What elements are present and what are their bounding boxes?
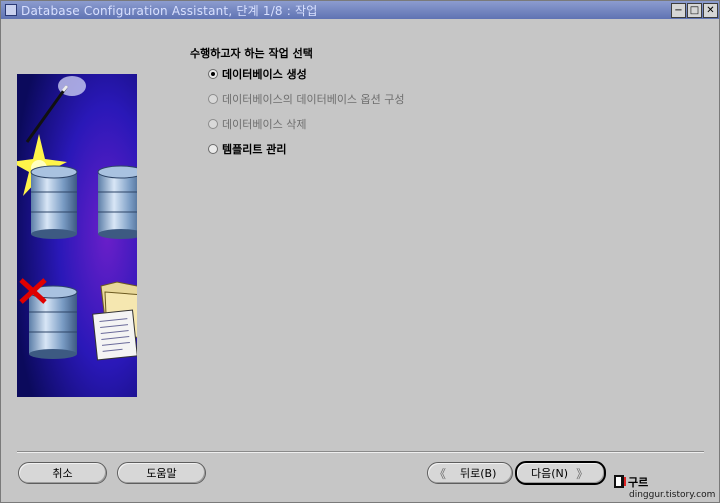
option-create-database[interactable]: 데이터베이스 생성 [208, 66, 307, 82]
help-button[interactable]: 도움말 [117, 462, 206, 484]
radio-button[interactable] [208, 144, 218, 154]
radio-button[interactable] [208, 69, 218, 79]
option-label: 데이터베이스의 데이터베이스 옵션 구성 [222, 93, 405, 106]
back-button[interactable]: 《 뒤로(B) [427, 462, 513, 484]
maximize-button[interactable]: □ [687, 3, 702, 18]
watermark-url: dinggur.tistory.com [629, 490, 716, 500]
footer-separator [17, 451, 704, 453]
window-menu-icon[interactable] [5, 4, 17, 16]
option-label: 데이터베이스 삭제 [222, 118, 307, 131]
dbca-window: Database Configuration Assistant, 단계 1/8… [0, 0, 720, 503]
database-cylinder-icon [30, 165, 78, 239]
blog-logo-icon [614, 475, 626, 488]
task-heading: 수행하고자 하는 작업 선택 [190, 47, 313, 60]
radio-button [208, 94, 218, 104]
title-bar[interactable]: Database Configuration Assistant, 단계 1/8… [1, 1, 719, 19]
blog-logo-text: 구르 [628, 476, 649, 489]
radio-button [208, 119, 218, 129]
option-configure-database: 데이터베이스의 데이터베이스 옵션 구성 [208, 91, 405, 107]
minimize-button[interactable]: − [671, 3, 686, 18]
close-button[interactable]: ✕ [703, 3, 718, 18]
next-button-label: 다음(N) [531, 467, 569, 480]
option-label: 템플리트 관리 [222, 143, 287, 156]
chevron-right-icon: 》 [576, 466, 589, 481]
database-cylinder-icon [97, 165, 137, 239]
window-title: Database Configuration Assistant, 단계 1/8… [21, 4, 318, 18]
back-button-label: 뒤로(B) [460, 467, 497, 480]
option-manage-templates[interactable]: 템플리트 관리 [208, 141, 287, 157]
chevron-left-icon: 《 [434, 466, 447, 481]
cancel-button[interactable]: 취소 [18, 462, 107, 484]
wizard-illustration [17, 74, 137, 397]
option-label: 데이터베이스 생성 [222, 68, 307, 81]
option-delete-database: 데이터베이스 삭제 [208, 116, 306, 132]
next-button[interactable]: 다음(N) 》 [515, 461, 606, 485]
